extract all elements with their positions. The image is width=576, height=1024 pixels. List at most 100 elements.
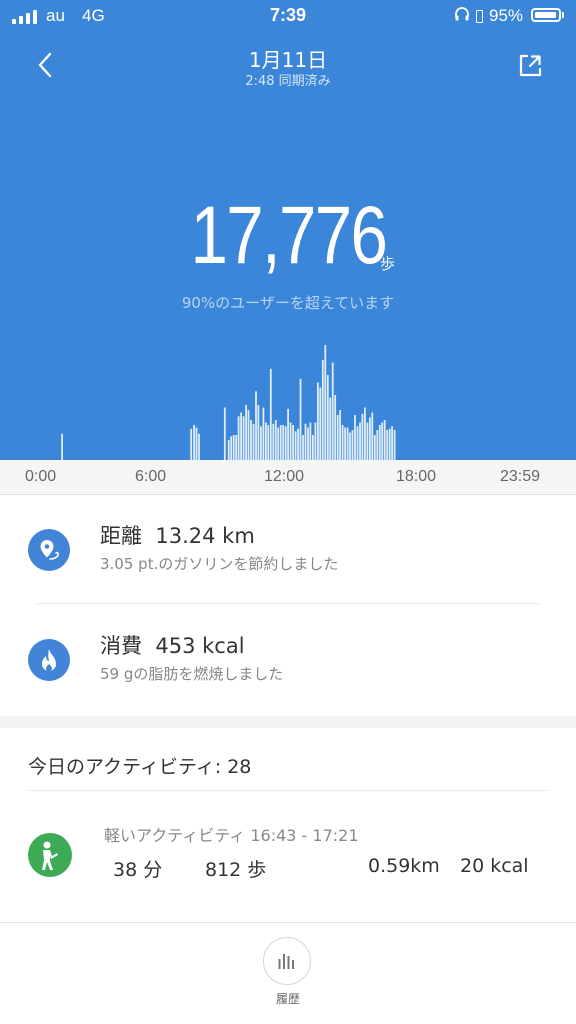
histogram-bar [292, 425, 294, 460]
distance-row[interactable]: 距離 13.24 km 3.05 pt.のガソリンを節約しました [0, 495, 576, 605]
divider [0, 922, 576, 923]
histogram-bar [329, 397, 332, 460]
steps-histogram[interactable] [0, 335, 576, 460]
flame-icon [28, 639, 70, 681]
histogram-bar [284, 426, 287, 460]
histogram-bar [349, 432, 351, 460]
step-count: 17,776 [190, 190, 387, 281]
histogram-bar [277, 427, 280, 460]
histogram-bar [359, 422, 361, 460]
histogram-bar [364, 407, 366, 460]
history-button[interactable] [263, 937, 311, 985]
histogram-bar [240, 412, 242, 460]
histogram-bar [260, 426, 262, 460]
histogram-bar [272, 423, 275, 460]
histogram-bar [321, 360, 324, 460]
bar-chart-icon [278, 954, 294, 969]
histogram-bar [61, 433, 63, 460]
calories-sub: 59 gの脂肪を燃焼しました [100, 665, 284, 683]
histogram-bar [383, 420, 386, 460]
ranking-caption: 90%のユーザーを超えています [181, 294, 395, 312]
histogram-bar [354, 415, 356, 460]
histogram-bar [391, 426, 393, 460]
histogram-bar [376, 430, 379, 460]
histogram-bar [287, 408, 289, 460]
histogram-bar [198, 433, 200, 460]
histogram-bar [232, 435, 235, 460]
histogram-bar [190, 428, 193, 460]
battery-percent: 95% [489, 6, 524, 25]
histogram-bar [369, 417, 371, 460]
histogram-bar [262, 407, 265, 460]
histogram-bar [324, 345, 327, 460]
histogram-bar [245, 405, 247, 460]
histogram-bar [304, 423, 307, 460]
histogram-bar [331, 362, 334, 460]
location-pin-icon [28, 529, 70, 571]
histogram-bar [378, 425, 381, 460]
histogram-bar [309, 422, 312, 460]
distance-value: 13.24 km [155, 524, 255, 548]
histogram-bar [269, 368, 272, 460]
share-icon[interactable] [516, 52, 544, 80]
histogram-bar [247, 410, 250, 460]
summary-header: au 4G 7:39 95% 1月11日 2:48 同期済み 17,776 歩 … [0, 0, 576, 460]
tick-label: 0:00 [25, 468, 57, 485]
tick-label: 12:00 [264, 468, 305, 485]
histogram-bar [235, 435, 238, 460]
calories-title: 消費 453 kcal [100, 630, 245, 660]
histogram-bar [257, 405, 260, 460]
histogram-bar [312, 435, 314, 460]
histogram-bar [302, 435, 304, 460]
histogram-bar [339, 410, 341, 460]
low-power-icon [476, 10, 483, 23]
histogram-bar [307, 427, 309, 460]
histogram-bar [314, 422, 317, 460]
page-title: 1月11日 [248, 48, 328, 72]
histogram-bar [227, 440, 230, 460]
histogram-bar [279, 425, 282, 460]
histogram-bar [289, 422, 292, 460]
histogram-bar [319, 387, 322, 460]
distance-sub: 3.05 pt.のガソリンを節約しました [100, 555, 339, 573]
divider [28, 790, 548, 791]
section-gap [0, 716, 576, 728]
calories-label: 消費 [100, 634, 142, 658]
histogram-bar [317, 382, 319, 460]
histogram-bar [351, 430, 354, 460]
battery-icon [531, 8, 561, 22]
time-axis: 0:00 6:00 12:00 18:00 23:59 [0, 460, 576, 495]
histogram-bar [334, 395, 337, 460]
histogram-bar [299, 378, 302, 460]
histogram-bar [223, 407, 226, 460]
sync-status: 2:48 同期済み [245, 74, 331, 89]
activity-duration: 38 分 [113, 859, 163, 881]
histogram-bar [371, 412, 374, 460]
histogram-bar [265, 422, 267, 460]
histogram-bar [346, 427, 349, 460]
calories-value: 453 kcal [155, 634, 245, 658]
histogram-bar [366, 422, 369, 460]
histogram-bar [230, 436, 233, 460]
calories-row[interactable]: 消費 453 kcal 59 gの脂肪を燃焼しました [0, 605, 576, 715]
divider [36, 603, 540, 604]
tick-label: 23:59 [500, 468, 541, 485]
distance-label: 距離 [100, 524, 142, 548]
histogram-bar [344, 427, 346, 460]
histogram-bar [326, 375, 329, 460]
histogram-bar [356, 426, 359, 460]
activity-header: 今日のアクティビティ: 28 [28, 756, 252, 778]
walking-person-icon [28, 833, 72, 877]
histogram-bar [267, 425, 270, 460]
histogram-bar [341, 425, 344, 460]
activity-title: 軽いアクティビティ 16:43 - 17:21 [104, 826, 359, 845]
histogram-bar [195, 427, 198, 460]
histogram-bar [294, 431, 297, 460]
histogram-bar [297, 428, 299, 460]
histogram-bar [237, 416, 240, 460]
histogram-bar [255, 391, 257, 460]
histogram-bar [250, 420, 252, 460]
activity-calories: 20 kcal [460, 855, 529, 877]
histogram-bar [242, 416, 245, 460]
histogram-bar [361, 413, 364, 460]
